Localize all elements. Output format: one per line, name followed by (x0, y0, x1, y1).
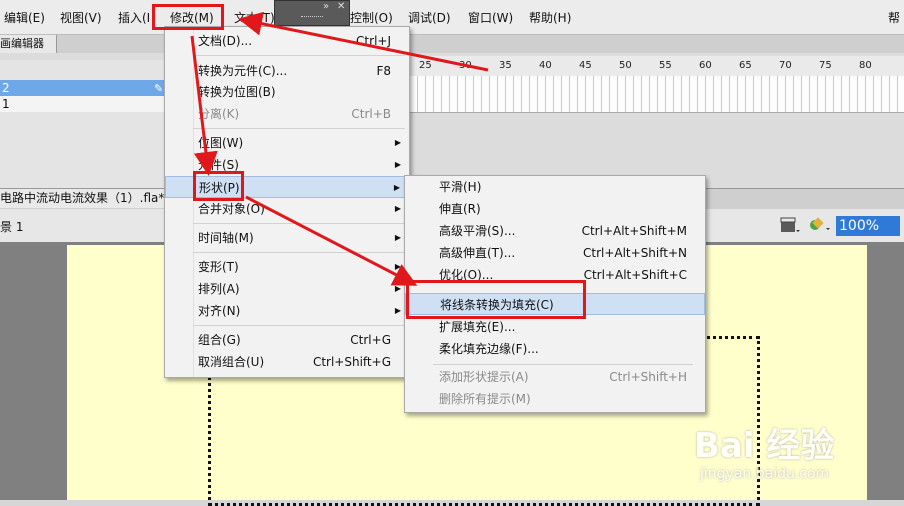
watermark-url: jingyan.baidu.com (700, 466, 830, 482)
arrow-to-modify (238, 11, 489, 72)
watermark-logo: Bai 经验 (694, 426, 835, 466)
arrow-to-lines-to-fills (245, 195, 418, 286)
arrow-to-shape (190, 35, 218, 176)
